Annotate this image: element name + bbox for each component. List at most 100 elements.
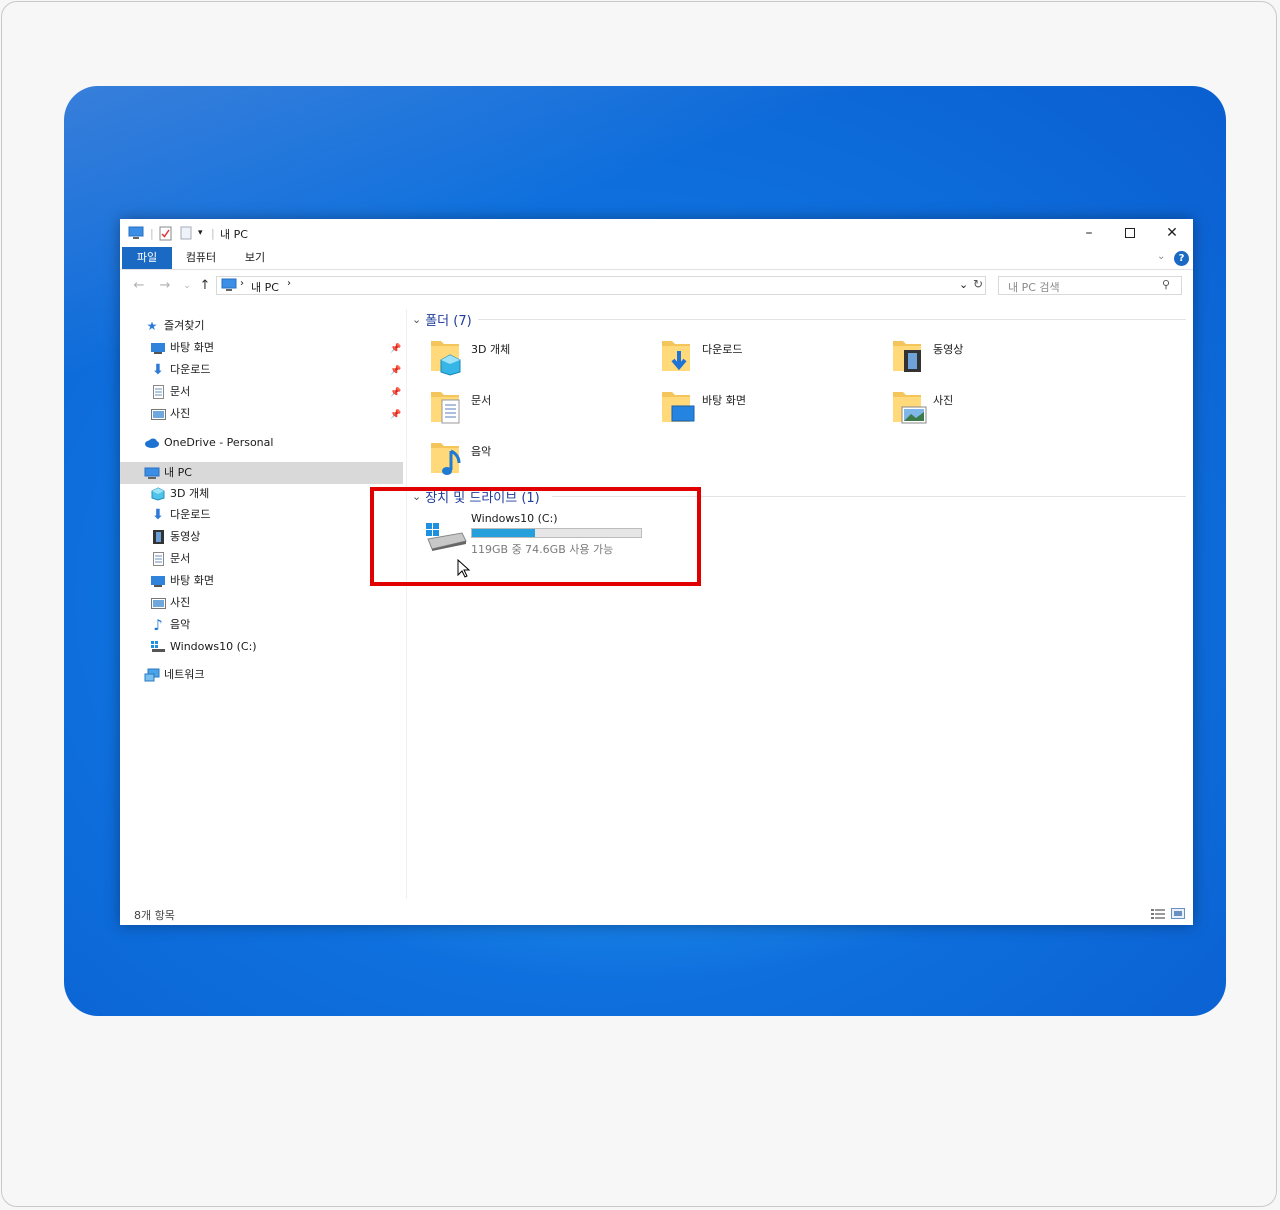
details-view-icon[interactable] [1151, 908, 1165, 919]
sidebar-item-downloads-pc[interactable]: ⬇ 다운로드 [150, 505, 210, 525]
pin-icon[interactable]: 📌 [390, 388, 401, 398]
sidebar-item-downloads[interactable]: ⬇ 다운로드 [150, 360, 210, 380]
red-highlight-box [370, 487, 701, 586]
network-icon [144, 667, 160, 683]
address-row: ← → ⌄ ↑ › 내 PC › ⌄ ↻ 내 PC 검색 ⚲ [120, 273, 1193, 299]
folder-pictures-icon [893, 392, 927, 424]
sidebar-item-documents[interactable]: 문서 [150, 382, 190, 402]
cloud-icon [144, 435, 160, 451]
folder-desktop-icon [662, 392, 695, 422]
sidebar-item-quick-access[interactable]: ★ 즐겨찾기 [144, 316, 205, 336]
sidebar-item-label: 다운로드 [170, 363, 211, 376]
expand-ribbon-icon[interactable]: ⌄ [1157, 251, 1165, 262]
sidebar-item-network[interactable]: 네트워크 [144, 665, 204, 685]
search-input[interactable]: 내 PC 검색 ⚲ [998, 276, 1182, 295]
folder-label: 바탕 화면 [702, 394, 746, 407]
chevron-down-icon: ⌄ [412, 313, 422, 326]
sidebar-item-label: Windows10 (C:) [170, 640, 257, 653]
folder-label: 사진 [933, 394, 954, 407]
pc-icon [128, 225, 144, 241]
folder-label: 다운로드 [702, 343, 743, 356]
pictures-icon [150, 595, 166, 611]
customize-toolbar-icon[interactable]: ▾ [198, 225, 203, 241]
sidebar-item-pictures[interactable]: 사진 [150, 404, 190, 424]
folder-downloads[interactable]: 다운로드 [660, 337, 880, 383]
folder-music[interactable]: 음악 [429, 439, 649, 485]
download-icon: ⬇ [152, 362, 164, 378]
folder-videos[interactable]: 동영상 [891, 337, 1111, 383]
forward-button[interactable]: → [156, 277, 174, 295]
navigation-pane: ★ 즐겨찾기 바탕 화면 📌 ⬇ 다운로드 📌 문서 📌 사진 📌 OneDri… [120, 309, 406, 899]
folder-pictures[interactable]: 사진 [891, 388, 1111, 434]
sidebar-item-desktop-pc[interactable]: 바탕 화면 [150, 571, 214, 591]
cube-icon [150, 486, 166, 502]
folder-documents-icon [431, 392, 460, 424]
sidebar-item-label: 사진 [170, 596, 191, 609]
sidebar-item-label: 네트워크 [164, 668, 205, 681]
desktop-icon [150, 340, 166, 356]
mouse-cursor-icon [457, 559, 471, 578]
search-placeholder: 내 PC 검색 [1008, 281, 1060, 294]
folder-documents[interactable]: 문서 [429, 388, 649, 434]
folder-downloads-icon [662, 341, 690, 371]
search-icon[interactable]: ⚲ [1162, 278, 1170, 291]
refresh-icon[interactable]: ↻ [973, 277, 983, 291]
up-button[interactable]: ↑ [196, 277, 214, 295]
sidebar-item-3d-objects[interactable]: 3D 개체 [150, 484, 209, 504]
folder-3d-objects[interactable]: 3D 개체 [429, 337, 649, 383]
sidebar-item-drive-c[interactable]: Windows10 (C:) [150, 637, 257, 657]
chevron-right-icon[interactable]: › [287, 278, 291, 289]
tab-file[interactable]: 파일 [122, 247, 172, 269]
folder-label: 음악 [471, 445, 492, 458]
sidebar-item-label: 문서 [170, 385, 191, 398]
sidebar-item-label: 동영상 [170, 530, 201, 543]
folder-3d-objects-icon [431, 341, 461, 376]
sidebar-item-label: OneDrive - Personal [164, 436, 274, 449]
breadcrumb-this-pc[interactable]: 내 PC [251, 279, 279, 295]
large-icons-view-icon[interactable] [1171, 908, 1185, 919]
folders-header-label: 폴더 (7) [425, 314, 472, 329]
maximize-button[interactable] [1109, 219, 1151, 247]
pc-icon [144, 465, 160, 481]
sidebar-item-label: 다운로드 [170, 508, 211, 521]
ribbon: 파일 컴퓨터 보기 ⌄ ? [120, 247, 1193, 270]
sidebar-item-desktop[interactable]: 바탕 화면 [150, 338, 214, 358]
minimize-button[interactable]: – [1068, 219, 1110, 247]
folder-desktop[interactable]: 바탕 화면 [660, 388, 880, 434]
properties-icon[interactable] [159, 225, 172, 241]
new-folder-icon[interactable] [180, 225, 192, 241]
drive-icon [150, 639, 166, 655]
tab-computer[interactable]: 컴퓨터 [178, 247, 224, 269]
sidebar-item-label: 즐겨찾기 [164, 319, 205, 332]
recent-locations-icon[interactable]: ⌄ [178, 277, 196, 295]
pictures-icon [150, 406, 166, 422]
address-dropdown-icon[interactable]: ⌄ [959, 278, 968, 291]
sidebar-item-music[interactable]: ♪ 음악 [150, 615, 190, 635]
close-button[interactable]: ✕ [1151, 219, 1193, 247]
pin-icon[interactable]: 📌 [390, 344, 401, 354]
pin-icon[interactable]: 📌 [390, 366, 401, 376]
sidebar-item-documents-pc[interactable]: 문서 [150, 549, 190, 569]
pin-icon[interactable]: 📌 [390, 410, 401, 420]
folder-label: 동영상 [933, 343, 964, 356]
pane-divider[interactable] [406, 309, 407, 899]
folder-label: 문서 [471, 394, 492, 407]
sidebar-item-videos[interactable]: 동영상 [150, 527, 200, 547]
sidebar-item-onedrive[interactable]: OneDrive - Personal [144, 433, 273, 453]
folders-group-header[interactable]: ⌄ 폴더 (7) [412, 310, 472, 329]
document-icon [150, 384, 166, 400]
help-icon[interactable]: ? [1174, 251, 1189, 266]
sidebar-item-label: 사진 [170, 407, 191, 420]
sidebar-item-this-pc[interactable]: 내 PC [144, 463, 192, 483]
sidebar-item-pictures-pc[interactable]: 사진 [150, 593, 190, 613]
pc-icon [221, 278, 237, 295]
desktop-icon [150, 573, 166, 589]
back-button[interactable]: ← [130, 277, 148, 295]
status-bar: 8개 항목 [120, 903, 1193, 925]
group-divider [478, 319, 1186, 320]
folder-label: 3D 개체 [471, 343, 511, 356]
tab-view[interactable]: 보기 [238, 247, 272, 269]
sidebar-item-label: 3D 개체 [170, 487, 210, 500]
address-bar[interactable]: › 내 PC › ⌄ ↻ [216, 276, 986, 295]
sidebar-item-label: 바탕 화면 [170, 574, 214, 587]
